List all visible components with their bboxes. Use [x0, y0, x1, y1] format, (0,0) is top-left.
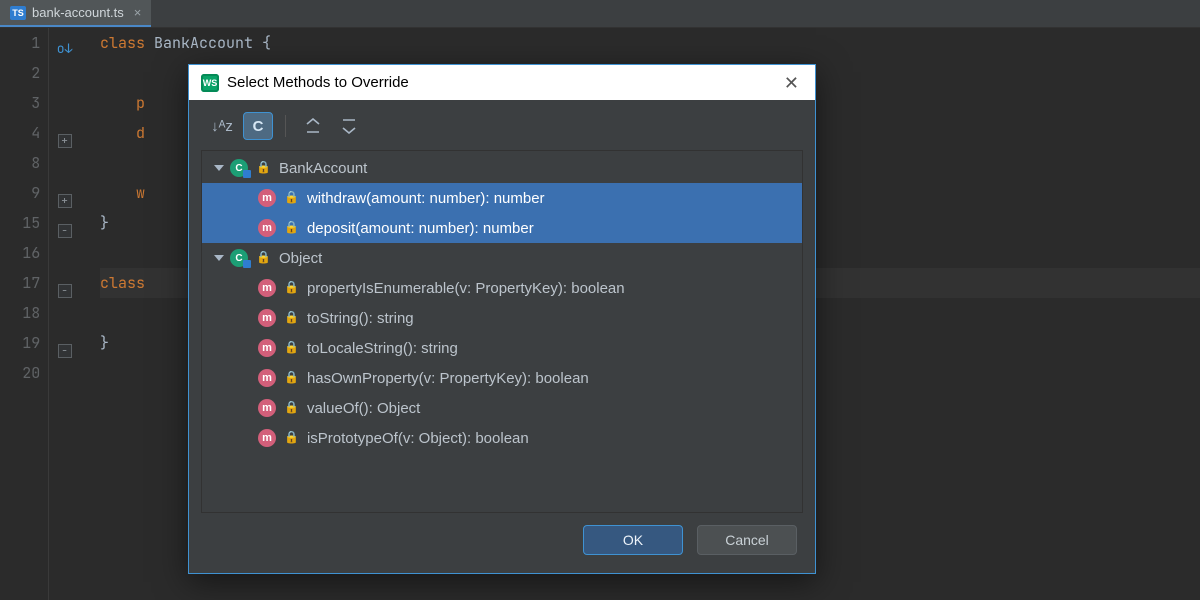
webstorm-icon: WS: [201, 74, 219, 92]
sort-alpha-button[interactable]: ↓ᴬz: [207, 112, 237, 140]
dialog-titlebar: WS Select Methods to Override ✕: [189, 65, 815, 100]
tree-node-label: valueOf(): Object: [307, 400, 420, 417]
lock-icon: 🔒: [284, 280, 299, 294]
method-icon: m: [258, 189, 276, 207]
method-icon: m: [258, 339, 276, 357]
tree-node-label: deposit(amount: number): number: [307, 220, 534, 237]
tree-node-label: hasOwnProperty(v: PropertyKey): boolean: [307, 370, 589, 387]
tree-class-node[interactable]: C 🔒 Object: [202, 243, 802, 273]
lock-icon: 🔒: [284, 430, 299, 444]
dialog-button-bar: OK Cancel: [189, 525, 815, 573]
line-number: 2: [0, 58, 40, 88]
lock-icon: 🔒: [284, 190, 299, 204]
line-number: 1: [0, 28, 40, 58]
fold-marker[interactable]: -: [49, 214, 80, 244]
tree-node-label: propertyIsEnumerable(v: PropertyKey): bo…: [307, 280, 625, 297]
lock-icon: 🔒: [284, 220, 299, 234]
fold-marker[interactable]: [49, 304, 80, 334]
fold-marker[interactable]: [49, 94, 80, 124]
tree-node-label: withdraw(amount: number): number: [307, 190, 545, 207]
fold-marker[interactable]: +: [49, 184, 80, 214]
tree-method-node[interactable]: m 🔒 isPrototypeOf(v: Object): boolean: [202, 423, 802, 453]
code-line[interactable]: class BankAccount {: [100, 28, 1200, 58]
override-methods-dialog: WS Select Methods to Override ✕ ↓ᴬz C C 🔒…: [188, 64, 816, 574]
tree-node-label: BankAccount: [279, 160, 367, 177]
class-icon: C: [230, 159, 248, 177]
tab-filename: bank-account.ts: [32, 5, 124, 20]
fold-marker[interactable]: o↓: [49, 28, 80, 64]
method-tree[interactable]: C🔒BankAccountm🔒withdraw(amount: number):…: [201, 150, 803, 513]
dialog-toolbar: ↓ᴬz C: [189, 100, 815, 150]
tree-method-node[interactable]: m 🔒 toString(): string: [202, 303, 802, 333]
tree-method-node[interactable]: m 🔒 propertyIsEnumerable(v: PropertyKey): …: [202, 273, 802, 303]
toolbar-separator: [285, 115, 286, 137]
tree-node-label: toLocaleString(): string: [307, 340, 458, 357]
line-number: 17: [0, 268, 40, 298]
expand-all-button[interactable]: [298, 112, 328, 140]
line-number-gutter: 123489151617181920: [0, 28, 49, 600]
fold-marker[interactable]: -: [49, 334, 80, 364]
line-number: 9: [0, 178, 40, 208]
expand-all-icon: [305, 118, 321, 134]
typescript-badge-icon: TS: [10, 6, 26, 20]
close-icon[interactable]: ×: [134, 5, 142, 20]
tree-node-label: isPrototypeOf(v: Object): boolean: [307, 430, 529, 447]
tree-method-node[interactable]: m 🔒 valueOf(): Object: [202, 393, 802, 423]
close-icon[interactable]: ✕: [780, 74, 803, 92]
file-tab[interactable]: TS bank-account.ts ×: [0, 0, 151, 27]
line-number: 4: [0, 118, 40, 148]
line-number: 8: [0, 148, 40, 178]
dialog-title-text: Select Methods to Override: [227, 74, 409, 91]
cancel-button[interactable]: Cancel: [697, 525, 797, 555]
method-icon: m: [258, 399, 276, 417]
method-icon: m: [258, 279, 276, 297]
line-number: 15: [0, 208, 40, 238]
class-icon: C: [230, 249, 248, 267]
chevron-down-icon[interactable]: [214, 255, 224, 261]
tab-bar: TS bank-account.ts ×: [0, 0, 1200, 28]
tree-method-node[interactable]: m 🔒 deposit(amount: number): number: [202, 213, 802, 243]
fold-marker[interactable]: [49, 154, 80, 184]
fold-marker[interactable]: [49, 364, 80, 394]
fold-marker[interactable]: [49, 64, 80, 94]
tree-node-label: toString(): string: [307, 310, 414, 327]
copy-jsdoc-button[interactable]: C: [243, 112, 273, 140]
lock-icon: 🔒: [284, 400, 299, 414]
lock-icon: 🔒: [256, 250, 271, 264]
ok-button[interactable]: OK: [583, 525, 683, 555]
line-number: 18: [0, 298, 40, 328]
method-icon: m: [258, 369, 276, 387]
method-icon: m: [258, 309, 276, 327]
line-number: 16: [0, 238, 40, 268]
override-gutter-icon[interactable]: o↓: [57, 34, 73, 64]
line-number: 3: [0, 88, 40, 118]
line-number: 19: [0, 328, 40, 358]
fold-column: o↓ + +- - -: [49, 28, 80, 600]
collapse-all-icon: [341, 118, 357, 134]
fold-marker[interactable]: [49, 244, 80, 274]
tree-method-node[interactable]: m 🔒 toLocaleString(): string: [202, 333, 802, 363]
chevron-down-icon[interactable]: [214, 165, 224, 171]
method-icon: m: [258, 219, 276, 237]
lock-icon: 🔒: [284, 310, 299, 324]
lock-icon: 🔒: [284, 340, 299, 354]
lock-icon: 🔒: [256, 160, 271, 174]
fold-marker[interactable]: -: [49, 274, 80, 304]
fold-marker[interactable]: +: [49, 124, 80, 154]
line-number: 20: [0, 358, 40, 388]
tree-method-node[interactable]: m 🔒 hasOwnProperty(v: PropertyKey): boolea…: [202, 363, 802, 393]
tree-class-node[interactable]: C 🔒 BankAccount: [202, 153, 802, 183]
lock-icon: 🔒: [284, 370, 299, 384]
collapse-all-button[interactable]: [334, 112, 364, 140]
tree-node-label: Object: [279, 250, 322, 267]
method-icon: m: [258, 429, 276, 447]
tree-method-node[interactable]: m 🔒 withdraw(amount: number): number: [202, 183, 802, 213]
